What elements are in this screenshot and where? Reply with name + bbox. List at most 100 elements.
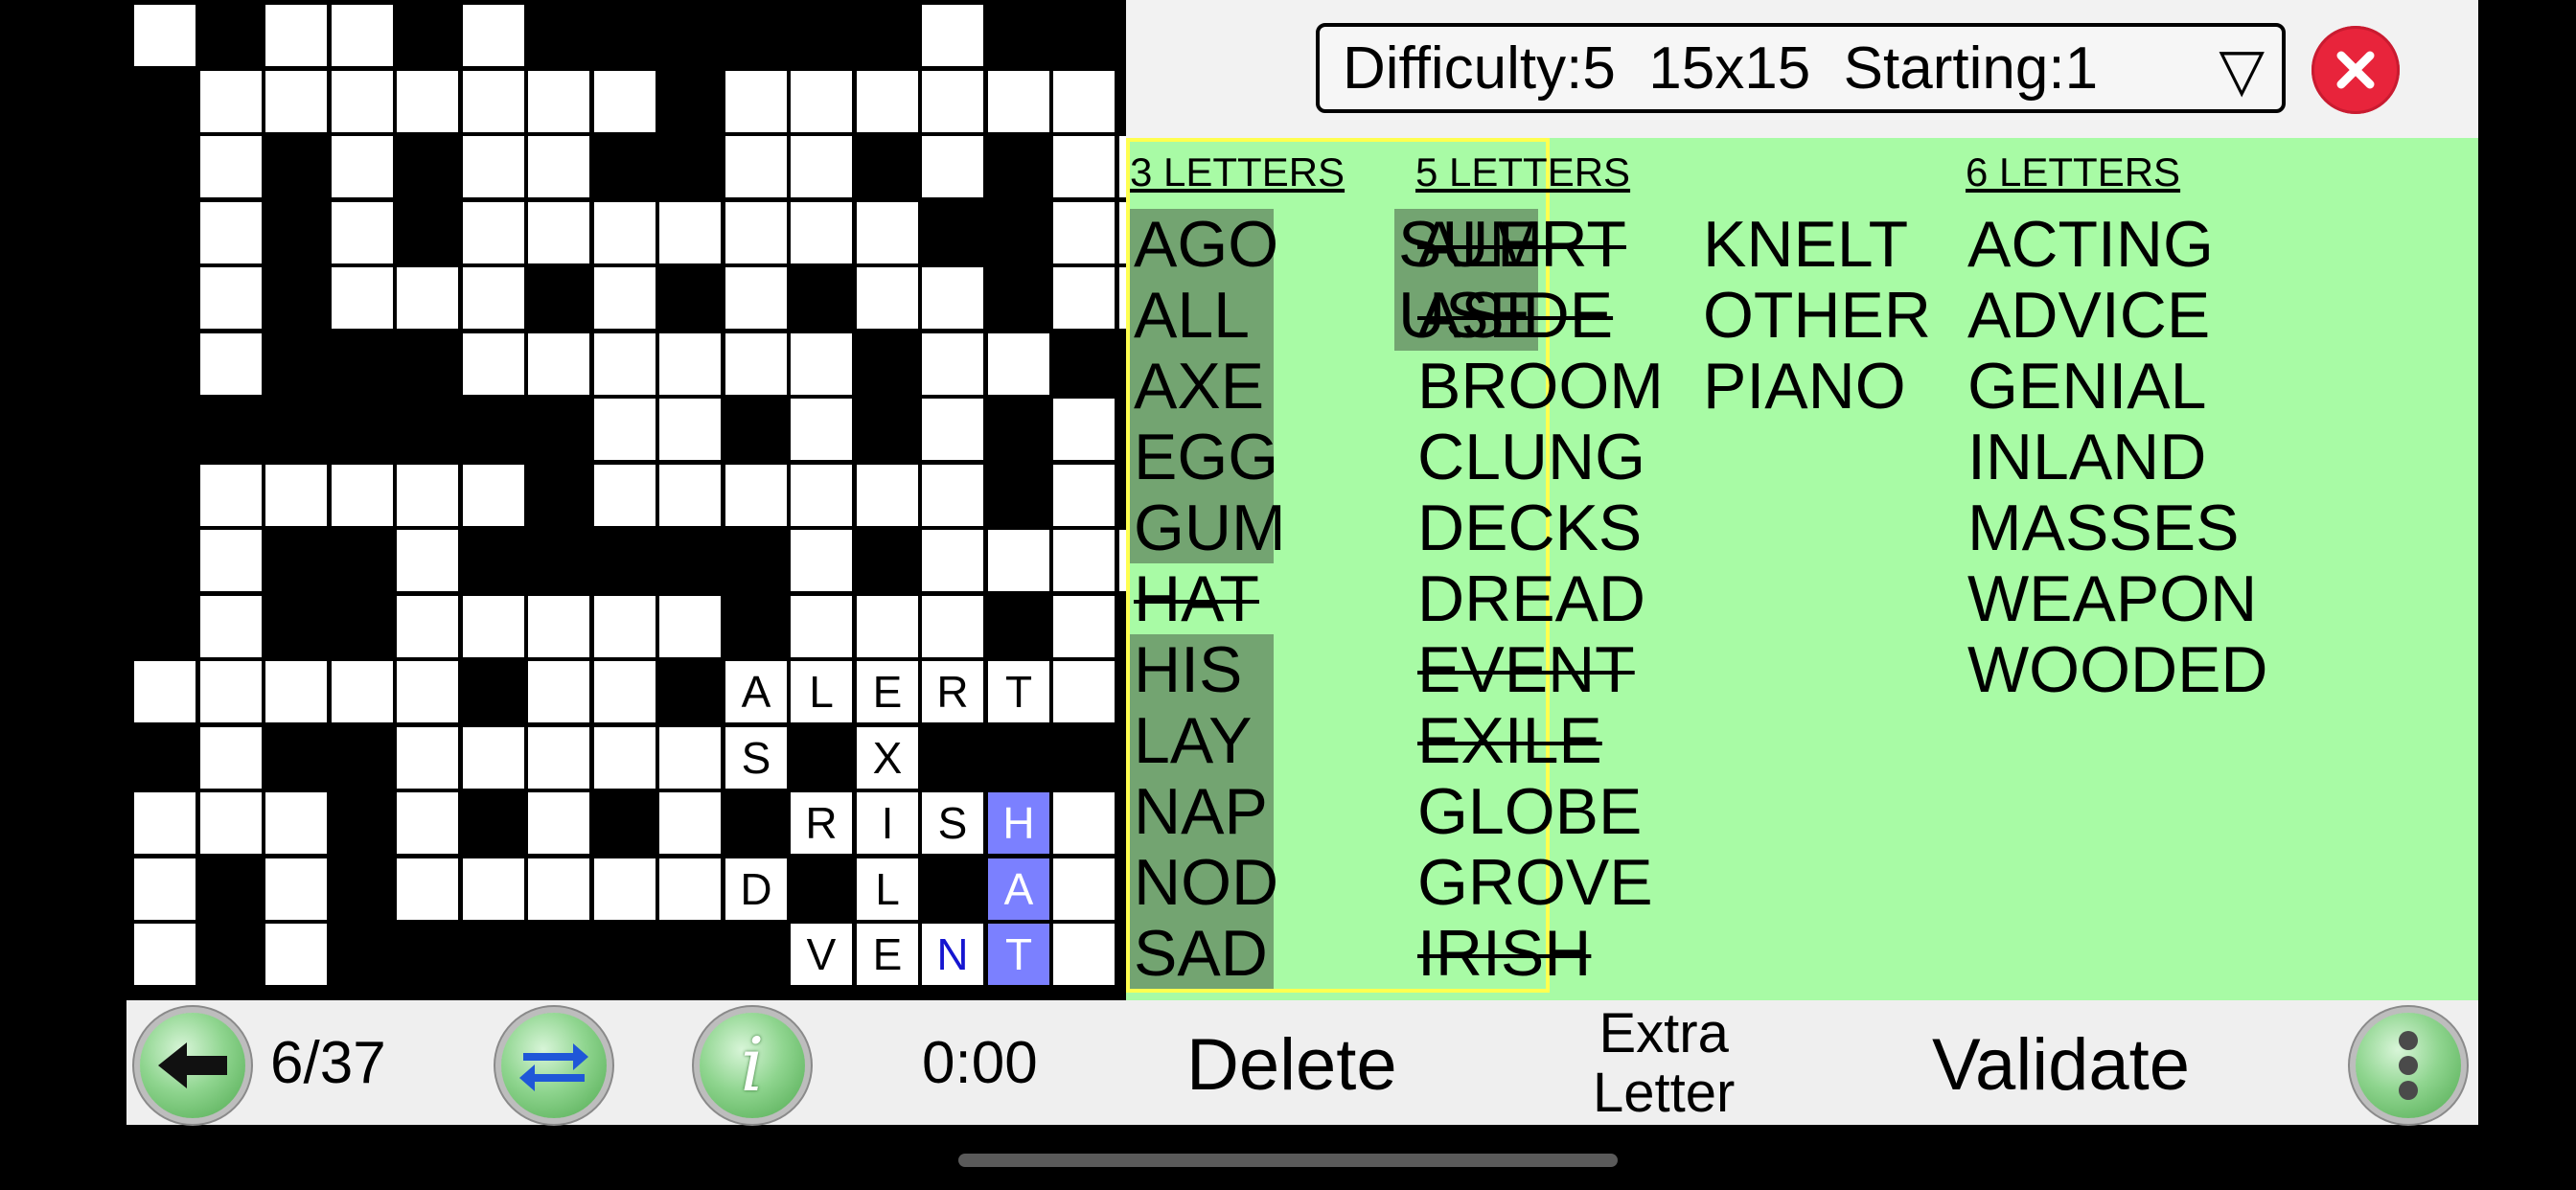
word-list-item[interactable]: AXE [1130,351,1274,422]
validate-button[interactable]: Validate [1932,1023,2190,1107]
grid-cell[interactable] [1117,265,1126,331]
grid-cell[interactable] [461,857,526,922]
grid-cell[interactable] [920,528,985,593]
grid-cell[interactable] [789,463,854,528]
grid-cell[interactable] [920,3,985,68]
grid-cell[interactable] [592,69,657,134]
grid-cell[interactable] [657,790,723,856]
word-list-item[interactable]: ASIDE [1414,280,1613,351]
grid-cell[interactable] [592,200,657,265]
grid-cell[interactable] [657,463,723,528]
word-list-item[interactable]: ALERT [1414,209,1626,280]
grid-cell[interactable] [592,265,657,331]
grid-cell[interactable] [920,134,985,199]
grid-cell[interactable] [789,134,854,199]
grid-cell[interactable] [526,69,591,134]
grid-cell[interactable]: E [855,659,920,724]
grid-cell[interactable] [461,200,526,265]
grid-cell[interactable] [132,857,197,922]
grid-cell[interactable] [264,463,329,528]
grid-cell[interactable] [395,790,460,856]
grid-cell[interactable] [330,659,395,724]
word-list-item[interactable]: INLAND [1964,422,2206,492]
grid-cell[interactable] [1117,134,1126,199]
word-list-item[interactable]: NOD [1130,847,1278,918]
grid-cell[interactable] [198,265,264,331]
grid-cell[interactable] [264,3,329,68]
grid-cell[interactable] [657,857,723,922]
grid-cell[interactable] [198,528,264,593]
word-list-item[interactable]: ALL [1130,280,1274,351]
grid-cell[interactable] [395,528,460,593]
word-list-item[interactable]: EVENT [1414,634,1635,705]
grid-cell[interactable] [789,69,854,134]
grid-cell[interactable]: R [789,790,854,856]
home-indicator[interactable] [958,1154,1618,1167]
grid-cell[interactable] [198,659,264,724]
grid-cell[interactable] [395,265,460,331]
grid-cell[interactable] [132,922,197,987]
word-list-item[interactable]: EXILE [1414,705,1602,776]
grid-cell[interactable] [657,200,723,265]
grid-cell[interactable] [1051,397,1116,462]
word-list-item[interactable]: EGG [1130,422,1278,492]
word-list-item[interactable]: GUM [1130,492,1286,563]
grid-cell[interactable] [592,857,657,922]
grid-cell[interactable] [789,528,854,593]
grid-cell[interactable] [198,69,264,134]
grid-cell[interactable] [198,463,264,528]
grid-cell[interactable] [198,725,264,790]
grid-cell[interactable] [724,332,789,397]
grid-cell[interactable] [920,463,985,528]
grid-cell[interactable] [657,332,723,397]
grid-cell[interactable] [461,725,526,790]
delete-button[interactable]: Delete [1186,1023,1397,1107]
grid-cell[interactable] [724,69,789,134]
grid-cell[interactable] [395,463,460,528]
grid-cell[interactable] [789,332,854,397]
grid-cell[interactable] [264,922,329,987]
grid-cell[interactable] [592,725,657,790]
grid-cell[interactable] [657,397,723,462]
grid-cell[interactable] [986,528,1051,593]
close-button[interactable] [2312,26,2400,114]
grid-cell[interactable] [1051,463,1116,528]
grid-cell[interactable] [330,134,395,199]
grid-cell[interactable] [1051,659,1116,724]
grid-cell[interactable] [1051,528,1116,593]
grid-cell[interactable] [855,463,920,528]
grid-cell[interactable] [1117,528,1126,593]
word-list-item[interactable]: LAY [1130,705,1274,776]
grid-cell[interactable] [461,332,526,397]
grid-cell[interactable] [526,659,591,724]
word-list-item[interactable]: AGO [1130,209,1278,280]
grid-cell[interactable] [526,790,591,856]
grid-cell[interactable] [920,265,985,331]
grid-cell[interactable] [330,463,395,528]
grid-cell[interactable] [1051,69,1116,134]
word-list-item[interactable]: CLUNG [1414,422,1645,492]
grid-cell[interactable] [395,725,460,790]
grid-cell[interactable] [1051,200,1116,265]
grid-cell[interactable] [264,790,329,856]
grid-cell[interactable] [198,200,264,265]
grid-cell[interactable]: I [855,790,920,856]
grid-cell[interactable] [724,200,789,265]
word-list-item[interactable]: MASSES [1964,492,2239,563]
grid-cell[interactable] [724,134,789,199]
grid-cell[interactable]: T [986,922,1051,987]
extra-letter-button[interactable]: Extra Letter [1593,1004,1735,1123]
grid-cell[interactable] [330,265,395,331]
word-list-item[interactable]: PIANO [1699,351,1906,422]
grid-cell[interactable] [132,790,197,856]
grid-cell[interactable] [592,659,657,724]
word-list-item[interactable]: ACTING [1964,209,2214,280]
word-list-item[interactable]: OTHER [1699,280,1931,351]
difficulty-dropdown[interactable]: Difficulty:5 15x15 Starting:1 ▽ [1316,23,2286,113]
grid-cell[interactable] [198,134,264,199]
grid-cell[interactable]: H [986,790,1051,856]
grid-cell[interactable] [461,69,526,134]
grid-cell[interactable] [461,3,526,68]
swap-button[interactable] [501,1013,607,1118]
grid-cell[interactable] [330,200,395,265]
